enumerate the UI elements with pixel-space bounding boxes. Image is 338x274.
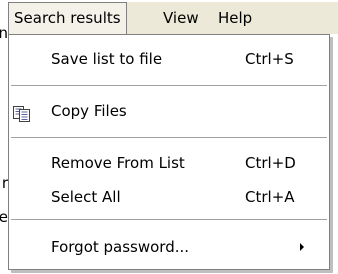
menu-separator [11, 219, 327, 221]
background-text-fragment: e [0, 208, 8, 226]
menu-view-label: View [163, 9, 199, 27]
menu-help-label: Help [218, 9, 253, 27]
search-results-dropdown: Save list to file Ctrl+S Copy Files Remo… [8, 34, 330, 270]
menu-search-results-label: Search results [14, 9, 121, 27]
menu-item-copy-files-label: Copy Files [51, 102, 127, 120]
menu-item-forgot-password-label: Forgot password... [51, 238, 190, 256]
background-text-fragment: r [1, 174, 8, 192]
menu-item-remove-from-list-shortcut: Ctrl+D [245, 154, 296, 172]
menu-separator [11, 85, 327, 87]
background-text-fragment: n [0, 24, 8, 42]
menu-search-results[interactable]: Search results [8, 2, 127, 34]
menu-separator [11, 137, 327, 139]
menu-item-save-list-label: Save list to file [51, 50, 163, 68]
menu-item-copy-files[interactable]: Copy Files [9, 97, 329, 125]
menu-item-select-all-shortcut: Ctrl+A [245, 188, 295, 206]
menu-help[interactable]: Help [212, 2, 258, 34]
menu-item-remove-from-list[interactable]: Remove From List Ctrl+D [9, 149, 329, 177]
menu-item-select-all[interactable]: Select All Ctrl+A [9, 183, 329, 211]
menu-item-forgot-password[interactable]: Forgot password... [9, 233, 329, 261]
submenu-arrow-icon [300, 243, 304, 251]
copy-files-icon [13, 103, 31, 122]
menu-view[interactable]: View [157, 2, 205, 34]
menu-item-remove-from-list-label: Remove From List [51, 154, 185, 172]
menu-bar: Search results View Help [8, 2, 338, 34]
menu-item-select-all-label: Select All [51, 188, 121, 206]
menu-item-save-list[interactable]: Save list to file Ctrl+S [9, 45, 329, 73]
menu-item-save-list-shortcut: Ctrl+S [245, 50, 294, 68]
